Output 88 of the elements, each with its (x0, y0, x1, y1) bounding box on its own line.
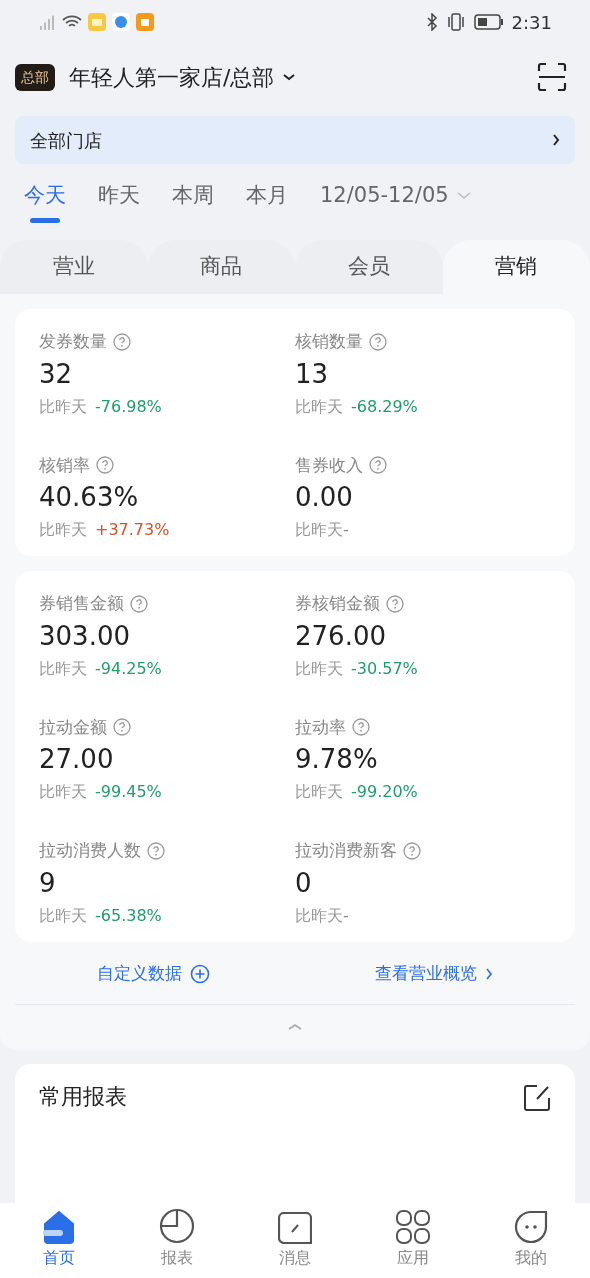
add-icon (190, 963, 211, 984)
module-tab[interactable]: 会员 (295, 240, 443, 294)
change-value: - (343, 904, 349, 927)
date-tab[interactable]: 12/05-12/05 (320, 180, 471, 223)
face-icon (514, 1210, 548, 1244)
compare-label: 比昨天 (39, 904, 87, 927)
metric-label: 拉动消费新客 (295, 839, 397, 862)
change-value: - (343, 519, 349, 541)
change-value: +37.73% (95, 519, 170, 541)
metric-value: 9 (39, 866, 57, 900)
compare-label: 比昨天 (39, 657, 87, 680)
battery-icon (473, 14, 504, 30)
change-value: -65.38% (95, 904, 162, 927)
help-icon[interactable] (369, 332, 387, 351)
compare-label: 比昨天 (295, 781, 343, 803)
metric-label: 核销率 (39, 453, 90, 477)
view-overview-link[interactable]: 查看营业概览 (374, 960, 493, 987)
metric-label: 券销售金额 (39, 592, 124, 615)
metric-label: 拉动消费人数 (39, 839, 141, 862)
metric-value: 303.00 (39, 619, 131, 653)
store-filter-bar[interactable]: 全部门店 (15, 116, 575, 164)
home-icon (42, 1210, 76, 1244)
metric-label: 售券收入 (295, 453, 363, 477)
compare-label: 比昨天 (39, 395, 87, 418)
change-value: -68.29% (351, 395, 418, 418)
clock-time: 2:31 (511, 10, 552, 35)
help-icon[interactable] (130, 594, 148, 613)
metric-value: 0 (295, 866, 313, 900)
vibrate-icon (445, 13, 466, 31)
store-selector[interactable]: 年轻人第一家店/总部 (69, 60, 297, 94)
change-value: -76.98% (95, 395, 162, 418)
signal-icon (38, 14, 56, 30)
date-tab[interactable]: 本周 (172, 180, 214, 223)
chevron-down-icon (282, 72, 297, 82)
nav-tab[interactable]: 我的 (472, 1203, 590, 1278)
compare-label: 比昨天 (295, 519, 343, 541)
compare-label: 比昨天 (295, 904, 343, 927)
metric-label: 拉动率 (295, 715, 346, 739)
metric-label: 券核销金额 (295, 592, 380, 615)
help-icon[interactable] (96, 456, 114, 475)
metric-value: 9.78% (295, 743, 379, 776)
metric-value: 13 (295, 357, 330, 391)
help-icon[interactable] (113, 332, 131, 351)
message-icon (278, 1212, 312, 1244)
customize-data-link[interactable]: 自定义数据 (97, 960, 211, 987)
metric-value: 0.00 (295, 481, 354, 514)
pie-chart-icon (159, 1208, 195, 1244)
nav-tab[interactable]: 消息 (236, 1203, 354, 1278)
date-tab[interactable]: 本月 (246, 180, 288, 223)
metric-label: 核销数量 (295, 330, 363, 353)
reports-title: 常用报表 (39, 1082, 127, 1111)
help-icon[interactable] (113, 718, 131, 737)
chevron-right-icon (552, 133, 560, 147)
compare-label: 比昨天 (39, 781, 87, 803)
metric-value: 32 (39, 357, 74, 391)
edit-icon[interactable] (523, 1083, 551, 1112)
module-tab[interactable]: 营销 (442, 240, 590, 294)
date-tab[interactable]: 今天 (24, 180, 66, 223)
help-icon[interactable] (147, 841, 165, 860)
change-value: -30.57% (351, 657, 418, 680)
metric-label: 发券数量 (39, 330, 107, 353)
change-value: -94.25% (95, 657, 162, 680)
chevron-down-icon (456, 191, 471, 200)
apps-icon (396, 1210, 430, 1244)
help-icon[interactable] (386, 594, 404, 613)
module-tab[interactable]: 营业 (0, 240, 148, 294)
metric-value: 40.63% (39, 481, 140, 514)
nav-tab[interactable]: 首页 (0, 1203, 118, 1278)
collapse-icon[interactable] (287, 1023, 303, 1031)
help-icon[interactable] (403, 841, 421, 860)
metric-value: 276.00 (295, 619, 387, 653)
help-icon[interactable] (369, 456, 387, 475)
chevron-right-icon (484, 966, 493, 981)
scan-icon[interactable] (537, 62, 567, 92)
compare-label: 比昨天 (295, 657, 343, 680)
compare-label: 比昨天 (39, 519, 87, 541)
change-value: -99.45% (95, 781, 162, 803)
bluetooth-icon (425, 13, 438, 31)
metric-value: 27.00 (39, 743, 115, 776)
nav-tab[interactable]: 应用 (354, 1203, 472, 1278)
date-tab[interactable]: 昨天 (98, 180, 140, 223)
help-icon[interactable] (352, 718, 370, 737)
module-tab[interactable]: 商品 (147, 240, 295, 294)
compare-label: 比昨天 (295, 395, 343, 418)
nav-tab[interactable]: 报表 (118, 1203, 236, 1278)
store-badge: 总部 (15, 63, 55, 91)
change-value: -99.20% (351, 781, 418, 803)
metric-label: 拉动金额 (39, 715, 107, 739)
